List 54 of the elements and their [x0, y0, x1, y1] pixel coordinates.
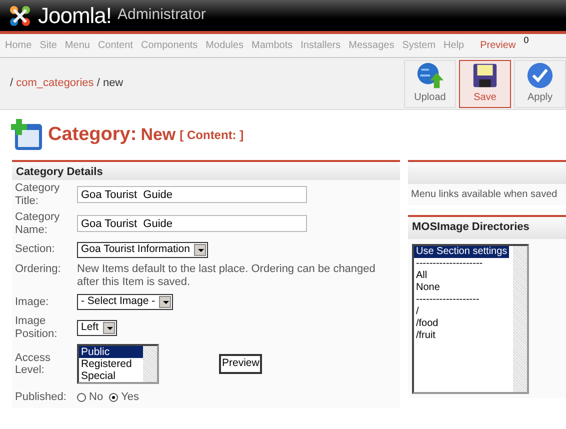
save-button[interactable]: Save [459, 60, 511, 108]
panel-header: Category Details [12, 162, 400, 180]
ordering-note: New Items default to the last place. Ordering can be changed after this Item is saved. [77, 262, 376, 289]
panel-header: MOSImage Directories [408, 217, 566, 239]
list-option[interactable]: Special [79, 370, 143, 382]
text-field[interactable]: Goa Tourist Guide [77, 186, 307, 204]
category-add-icon [10, 118, 44, 152]
menu-links-note: Menu links available when saved [410, 188, 558, 202]
upload-button[interactable]: Upload [404, 60, 456, 108]
scrollbar[interactable] [143, 346, 157, 382]
access-listbox[interactable]: Public Registered Special [77, 344, 159, 384]
field-label: Category Title: [15, 182, 61, 208]
field-label: Ordering: [15, 262, 62, 276]
field-label: Section: [15, 243, 56, 256]
dropdown[interactable]: Goa Tourist Information [77, 242, 208, 258]
radio-button[interactable] [109, 392, 118, 402]
globe-upload-icon [415, 60, 445, 90]
dropdown[interactable]: - Select Image - [77, 294, 174, 310]
dropdown[interactable]: Left [77, 320, 117, 336]
breadcrumb-text: / [10, 77, 14, 90]
list-option[interactable]: None [414, 282, 510, 294]
field-label: Published: [15, 390, 68, 404]
list-option[interactable]: -------------------- [414, 258, 510, 270]
list-option[interactable]: All [414, 270, 510, 282]
header-subtitle: Administrator [118, 5, 206, 26]
field-label: Category Name: [15, 211, 61, 237]
list-option[interactable]: /fruit [414, 330, 510, 342]
scrollbar[interactable] [513, 246, 528, 392]
text-field[interactable]: Goa Tourist Guide [77, 215, 307, 232]
page-subtitle: New [140, 124, 176, 146]
list-option[interactable]: Registered [79, 358, 143, 370]
field-label: Image: [15, 296, 50, 308]
list-option[interactable]: / [414, 306, 510, 318]
list-option[interactable]: /food [414, 318, 510, 330]
brand-logo-text: Joomla! [38, 2, 112, 30]
content-context: [ Content: ] [180, 127, 244, 144]
list-option[interactable]: Use Section settings [414, 246, 510, 258]
radio-button[interactable] [77, 392, 86, 402]
field-label: Image Position: [15, 314, 58, 340]
field-label: Access Level: [15, 352, 52, 377]
preview-link[interactable]: Preview [480, 38, 516, 53]
logo-icon [8, 4, 32, 28]
page-title: Category: [48, 122, 137, 147]
directories-listbox[interactable]: Use Section settings -------------------- All None ------------------- / /food /fruit [412, 244, 530, 394]
list-option[interactable]: ------------------- [414, 294, 510, 306]
breadcrumb-link[interactable]: com_categories [16, 77, 94, 90]
radio-label: No [89, 390, 104, 405]
radio-label: Yes [121, 390, 140, 405]
checkmark-icon [525, 60, 555, 90]
list-option[interactable]: Public [79, 346, 143, 358]
apply-button[interactable]: Apply [514, 60, 566, 108]
message-count: 0 [524, 34, 529, 47]
preview-button[interactable]: Preview [219, 354, 262, 374]
breadcrumb-text: / new [96, 77, 124, 90]
